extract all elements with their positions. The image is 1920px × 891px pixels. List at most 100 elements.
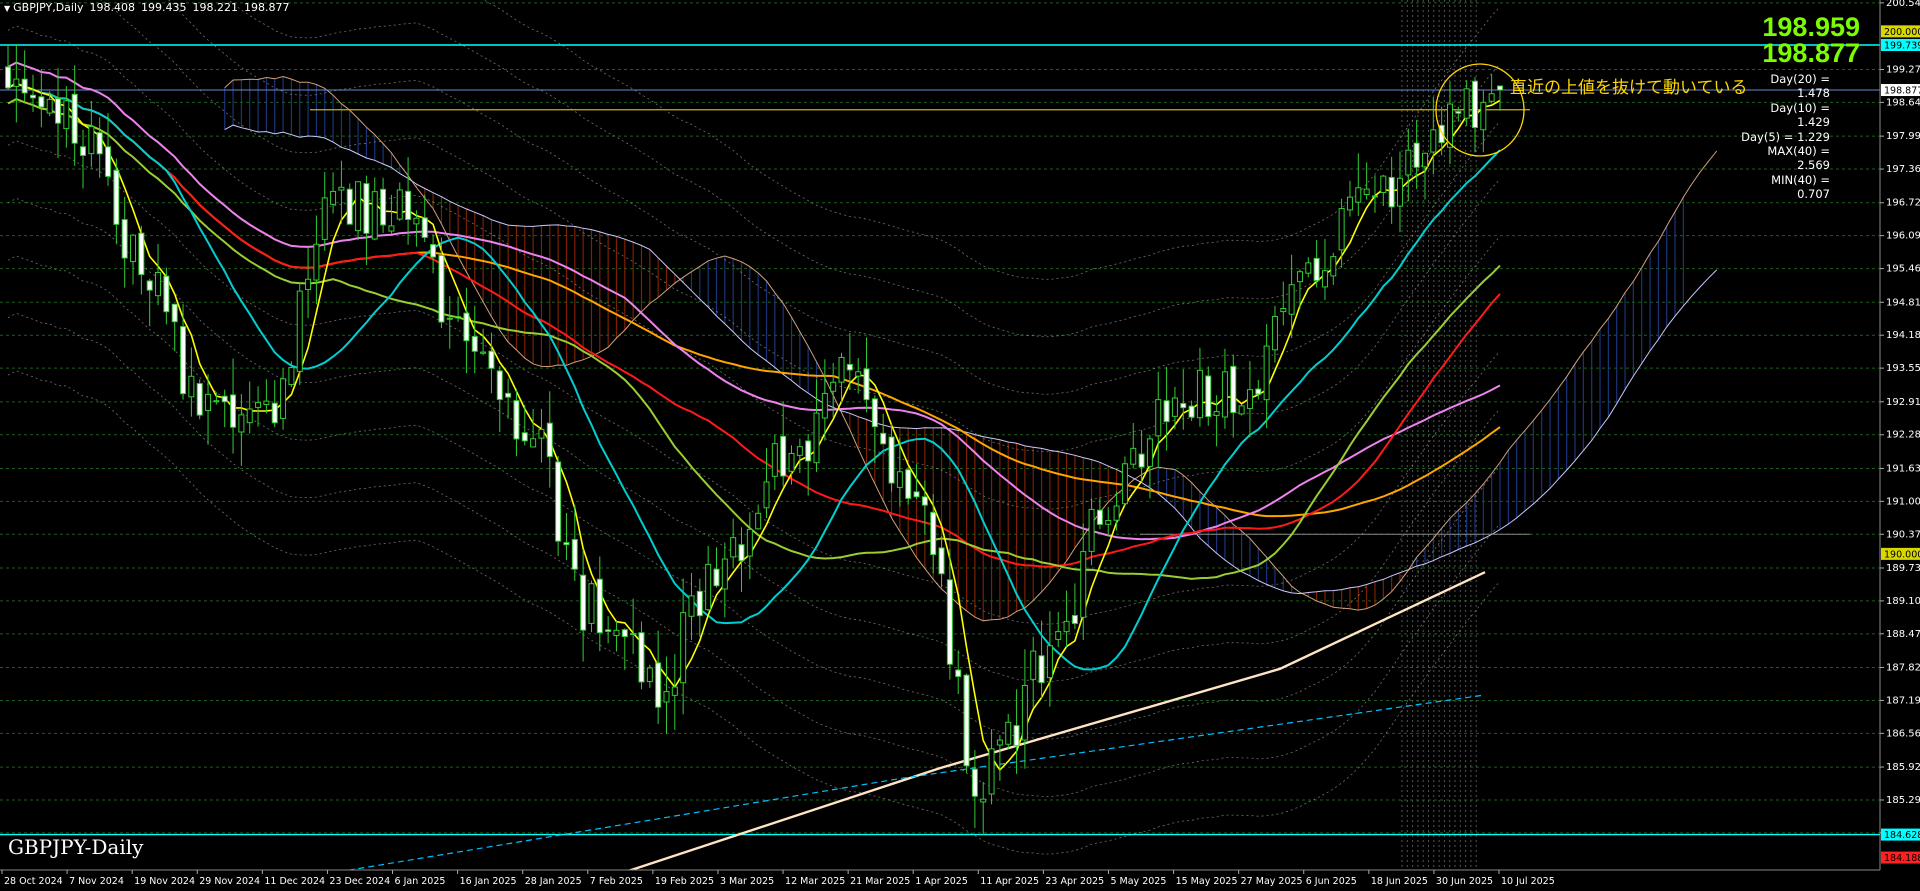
- candle-body: [1255, 388, 1262, 395]
- candle-body: [580, 574, 587, 631]
- date-tick-label: 7 Feb 2025: [590, 876, 643, 887]
- candle-body: [271, 402, 278, 424]
- candle-body: [213, 400, 220, 403]
- candle-body: [1430, 129, 1437, 153]
- candle-body: [88, 126, 95, 155]
- candle-body: [1121, 463, 1128, 505]
- candle-body: [538, 428, 545, 439]
- price-tick-label: 200.545: [1886, 0, 1920, 9]
- candle-body: [1196, 369, 1203, 419]
- date-tick-label: 28 Jan 2025: [525, 876, 582, 887]
- candle-body: [1163, 400, 1170, 423]
- date-tick-label: 21 Mar 2025: [850, 876, 910, 887]
- candle-body: [671, 686, 678, 696]
- candle-body: [1088, 508, 1095, 552]
- date-tick-label: 12 Mar 2025: [785, 876, 845, 887]
- date-tick-label: 5 May 2025: [1110, 876, 1166, 887]
- candle-body: [246, 408, 253, 424]
- price-tick-label: 194.185: [1886, 330, 1920, 341]
- candle-body: [205, 393, 212, 412]
- candle-body: [796, 446, 803, 456]
- candle-body: [405, 190, 412, 221]
- candle-body: [1005, 721, 1012, 745]
- candle-body: [621, 629, 628, 638]
- candle-body: [313, 243, 320, 281]
- candle-body: [1071, 615, 1078, 624]
- candle-body: [746, 528, 753, 557]
- price-tick-label: 198.640: [1886, 97, 1920, 108]
- candle-body: [1313, 257, 1320, 282]
- candle-body: [413, 217, 420, 225]
- candle-body: [971, 768, 978, 797]
- price-box-label: 190.000: [1884, 549, 1920, 560]
- price-box-label: 199.739: [1884, 40, 1920, 51]
- candle-body: [713, 568, 720, 587]
- candle-body: [455, 316, 462, 319]
- candle-body: [1238, 405, 1245, 415]
- candle-body: [588, 583, 595, 624]
- candle-body: [555, 461, 562, 542]
- candle-body: [505, 392, 512, 398]
- price-tick-label: 188.470: [1886, 629, 1920, 640]
- candle-body: [905, 469, 912, 499]
- date-tick-label: 11 Dec 2024: [264, 876, 325, 887]
- candle-body: [1388, 176, 1395, 208]
- candle-body: [1055, 631, 1062, 640]
- candle-body: [980, 798, 987, 803]
- stat-day20: Day(20) = 1.478: [1770, 72, 1830, 101]
- price-tick-label: 194.815: [1886, 297, 1920, 308]
- candle-body: [805, 440, 812, 462]
- candle-body: [1296, 271, 1303, 283]
- candle-body: [1180, 402, 1187, 409]
- candle-body: [1021, 685, 1028, 741]
- price-tick-label: 185.290: [1886, 795, 1920, 806]
- candle-body: [380, 188, 387, 226]
- candle-body: [46, 98, 53, 114]
- candle-body: [1346, 196, 1353, 211]
- candle-body: [1230, 365, 1237, 414]
- candle-body: [371, 191, 378, 240]
- date-tick-label: 19 Feb 2025: [655, 876, 714, 887]
- candle-body: [821, 392, 828, 419]
- symbol-label: GBPJPY,Daily: [13, 1, 84, 14]
- price-tick-label: 187.195: [1886, 695, 1920, 706]
- candle-body: [1480, 101, 1487, 131]
- dropdown-triangle-icon[interactable]: ▼: [4, 4, 10, 13]
- candle-body: [605, 629, 612, 632]
- chart-window[interactable]: 200.545 199.270 198.640 197.995 197.365 196.7…: [0, 0, 1920, 891]
- candle-body: [721, 558, 728, 590]
- candle-body: [96, 132, 103, 155]
- candle-body: [196, 383, 203, 416]
- candle-body: [1321, 270, 1328, 288]
- candle-body: [480, 351, 487, 354]
- price-chart[interactable]: 200.545 199.270 198.640 197.995 197.365 196.7…: [0, 0, 1920, 891]
- candle-body: [1380, 175, 1387, 194]
- candle-body: [388, 225, 395, 232]
- date-axis: 28 Oct 2024 7 Nov 2024 19 Nov 2024 29 Nov 2…: [0, 869, 1920, 891]
- stat-min40: MIN(40) = 0.707: [1771, 172, 1830, 202]
- candle-body: [1305, 262, 1312, 274]
- price-tick-label: 185.920: [1886, 762, 1920, 773]
- candle-body: [680, 612, 687, 684]
- candle-body: [1280, 308, 1287, 313]
- candle-body: [546, 422, 553, 458]
- candle-body: [1455, 110, 1462, 114]
- candle-body: [1246, 389, 1253, 409]
- candle-body: [471, 336, 478, 352]
- candle-body: [1488, 93, 1495, 102]
- price-tick-label: 192.280: [1886, 430, 1920, 441]
- price-box-label: 184.628: [1884, 830, 1920, 841]
- date-tick-label: 23 Dec 2024: [329, 876, 390, 887]
- candle-body: [113, 169, 120, 225]
- price-tick-label: 195.460: [1886, 264, 1920, 275]
- candle-body: [938, 547, 945, 575]
- candle-body: [871, 398, 878, 428]
- price-tick-label: 197.365: [1886, 164, 1920, 175]
- candle-body: [530, 438, 537, 448]
- price-tick-label: 196.090: [1886, 231, 1920, 242]
- candle-body: [663, 691, 670, 703]
- symbol-info-bar: ▼ GBPJPY,Daily 198.408 199.435 198.221 198.87…: [4, 1, 296, 14]
- candle-body: [488, 350, 495, 369]
- candle-body: [646, 667, 653, 683]
- price-tick-label: 190.375: [1886, 529, 1920, 540]
